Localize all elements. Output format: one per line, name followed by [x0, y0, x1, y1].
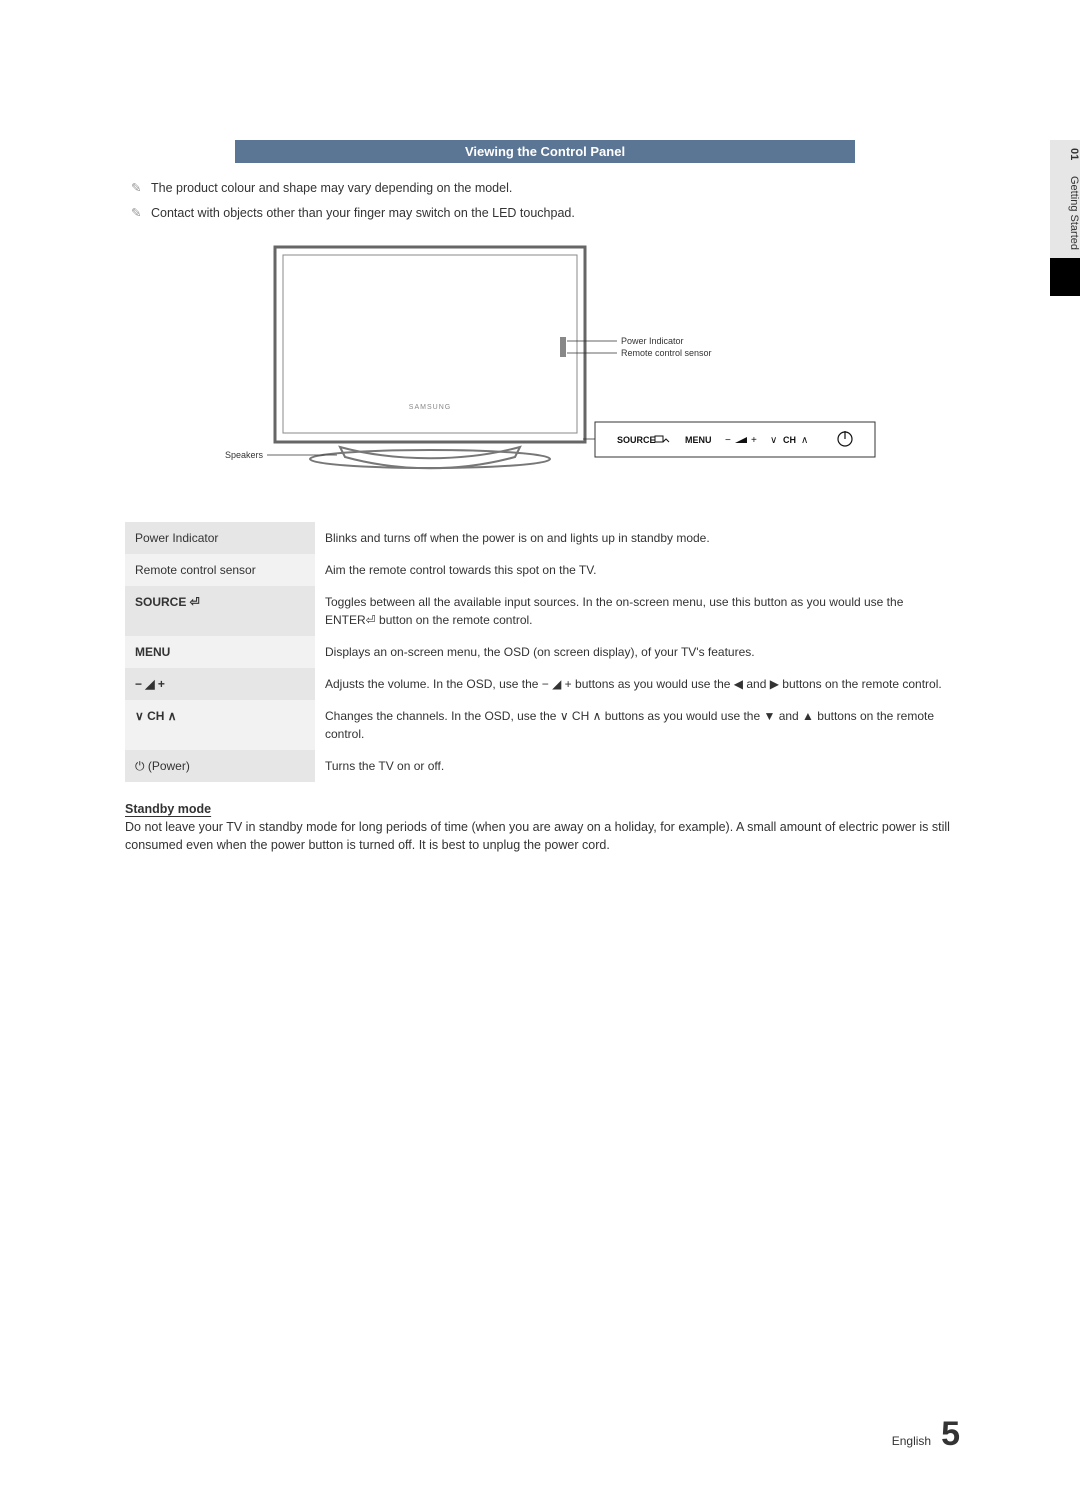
note-2: ✎ Contact with objects other than your fi…: [131, 204, 965, 223]
row-desc: Toggles between all the available input …: [315, 586, 965, 636]
row-label: Remote control sensor: [125, 554, 315, 586]
svg-text:∨: ∨: [770, 435, 777, 446]
note-icon: ✎: [131, 204, 145, 223]
row-desc: Aim the remote control towards this spot…: [315, 554, 965, 586]
standby-body: Do not leave your TV in standby mode for…: [125, 818, 965, 856]
svg-text:CH: CH: [783, 435, 796, 445]
footer-language: English: [892, 1434, 931, 1448]
tv-diagram: SAMSUNG Power Indicator Remote control s…: [125, 237, 965, 502]
row-desc: Changes the channels. In the OSD, use th…: [315, 700, 965, 750]
label-speakers: Speakers: [225, 450, 264, 460]
table-row: SOURCE ⏎ Toggles between all the availab…: [125, 586, 965, 636]
page-footer: English 5: [892, 1415, 960, 1454]
label-remote-sensor: Remote control sensor: [621, 348, 712, 358]
page-number: 5: [941, 1415, 960, 1454]
svg-text:−: −: [725, 435, 731, 446]
note-text: The product colour and shape may vary de…: [151, 181, 512, 195]
table-row: ⏻ (Power) Turns the TV on or off.: [125, 750, 965, 782]
table-row: MENU Displays an on-screen menu, the OSD…: [125, 636, 965, 668]
row-label: SOURCE ⏎: [125, 586, 315, 636]
row-label: ⏻ (Power): [125, 750, 315, 782]
row-label: − ◢ +: [125, 668, 315, 700]
note-1: ✎ The product colour and shape may vary d…: [131, 179, 965, 198]
row-desc: Displays an on-screen menu, the OSD (on …: [315, 636, 965, 668]
table-row: − ◢ + Adjusts the volume. In the OSD, us…: [125, 668, 965, 700]
label-power-indicator: Power Indicator: [621, 336, 684, 346]
row-desc: Adjusts the volume. In the OSD, use the …: [315, 668, 965, 700]
row-label: MENU: [125, 636, 315, 668]
controls-table: Power Indicator Blinks and turns off whe…: [125, 522, 965, 782]
section-header: Viewing the Control Panel: [235, 140, 855, 163]
svg-text:SOURCE: SOURCE: [617, 435, 656, 445]
sidebar-black-block: [1050, 258, 1080, 296]
chapter-sidebar: 01 Getting Started: [1050, 140, 1080, 296]
svg-text:MENU: MENU: [685, 435, 712, 445]
chapter-number: 01: [1050, 140, 1080, 168]
row-desc: Turns the TV on or off.: [315, 750, 965, 782]
table-row: Remote control sensor Aim the remote con…: [125, 554, 965, 586]
table-row: Power Indicator Blinks and turns off whe…: [125, 522, 965, 554]
note-text: Contact with objects other than your fin…: [151, 206, 575, 220]
row-desc: Blinks and turns off when the power is o…: [315, 522, 965, 554]
svg-text:∧: ∧: [801, 435, 808, 446]
note-icon: ✎: [131, 179, 145, 198]
brand-text: SAMSUNG: [409, 404, 451, 411]
row-label: ∨ CH ∧: [125, 700, 315, 750]
row-label: Power Indicator: [125, 522, 315, 554]
table-row: ∨ CH ∧ Changes the channels. In the OSD,…: [125, 700, 965, 750]
chapter-title: Getting Started: [1050, 168, 1080, 258]
svg-text:+: +: [751, 435, 757, 446]
standby-title: Standby mode: [125, 802, 965, 816]
